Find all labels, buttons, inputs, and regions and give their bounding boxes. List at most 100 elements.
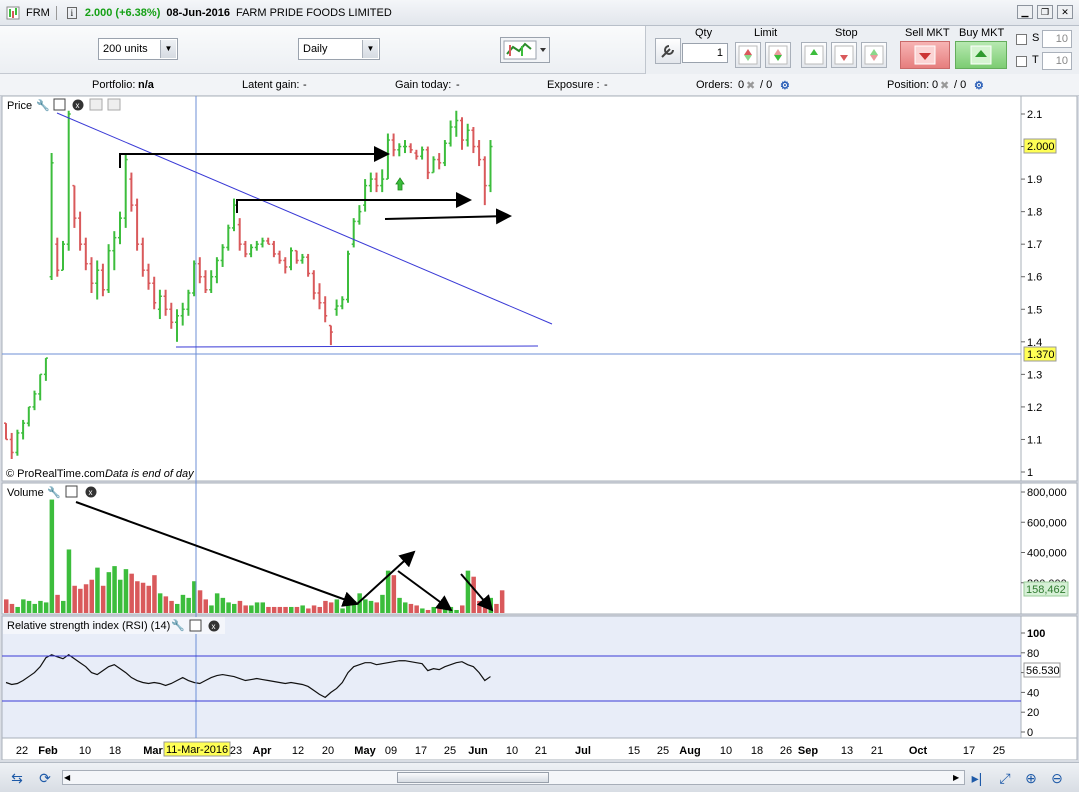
volume-bar xyxy=(112,566,117,613)
units-value: 200 units xyxy=(103,43,148,55)
volume-wrench-icon[interactable]: 🔧 xyxy=(47,485,61,499)
zoom-in-icon[interactable]: ⊕ xyxy=(1022,769,1040,787)
orders-cancel-icon[interactable]: ✖ xyxy=(746,79,755,92)
sell-mkt-label: Sell MKT xyxy=(905,27,950,39)
chart-svg[interactable]: 2.121.91.81.71.61.51.41.31.21.11 800,000… xyxy=(0,95,1079,761)
scroll-thumb[interactable] xyxy=(397,772,549,783)
qty-input[interactable]: 1 xyxy=(682,43,728,63)
s-checkbox[interactable] xyxy=(1016,34,1027,45)
rsi-panel[interactable] xyxy=(1,615,1022,739)
watermark: © ProRealTime.com xyxy=(6,468,105,480)
volume-bar xyxy=(89,579,94,613)
chart-type-button[interactable] xyxy=(500,37,550,63)
price-tick-label: 1.7 xyxy=(1027,239,1042,251)
sync-icon[interactable]: ⟳ xyxy=(36,769,54,787)
stop-buy-button[interactable] xyxy=(801,42,827,68)
data-note: Data is end of day xyxy=(105,468,195,480)
limit-label: Limit xyxy=(754,27,778,39)
x-axis-label: 18 xyxy=(751,745,763,757)
volume-bar xyxy=(289,606,294,613)
chart-area[interactable]: 2.121.91.81.71.61.51.41.31.21.11 800,000… xyxy=(0,95,1079,761)
trading-panel: Qty 1 Limit Stop Sell MKT Buy MKT S 10 T… xyxy=(645,26,1079,74)
fit-icon[interactable]: ⤢ xyxy=(996,769,1014,787)
rsi-tick-label: 100 xyxy=(1027,628,1045,640)
rsi-maximize-icon[interactable] xyxy=(189,619,202,632)
volume-bar xyxy=(494,603,499,613)
portfolio-value: n/a xyxy=(138,79,154,91)
rsi-tick-label: 80 xyxy=(1027,648,1039,660)
rsi-wrench-icon[interactable]: 🔧 xyxy=(171,618,185,632)
chart-scrollbar[interactable]: ◀ ▶ xyxy=(62,770,965,785)
sell-market-button[interactable] xyxy=(900,41,950,69)
period-select[interactable]: Daily ▼ xyxy=(298,38,380,60)
volume-bar xyxy=(83,584,89,613)
volume-bar xyxy=(26,600,32,613)
position-cancel-icon[interactable]: ✖ xyxy=(940,79,949,92)
orders-gear-icon[interactable]: ⚙ xyxy=(780,79,790,92)
t-input[interactable]: 10 xyxy=(1042,52,1072,70)
price-axis[interactable] xyxy=(1020,95,1078,482)
volume-bar xyxy=(163,596,169,613)
volume-bar xyxy=(346,596,351,613)
t-checkbox[interactable] xyxy=(1016,56,1027,67)
stop-sell-button[interactable] xyxy=(861,42,887,68)
volume-bar xyxy=(129,573,134,613)
period-value: Daily xyxy=(303,43,328,55)
zoom-out-icon[interactable]: ⊖ xyxy=(1048,769,1066,787)
limit-sell-button[interactable] xyxy=(765,42,791,68)
price-add-icon[interactable] xyxy=(89,98,103,111)
volume-bar xyxy=(203,599,208,613)
chevron-down-icon[interactable]: ▼ xyxy=(160,40,176,58)
x-axis-label: Jun xyxy=(468,745,488,757)
price-tick-label: 1.3 xyxy=(1027,369,1042,381)
minimize-icon[interactable]: ▁ xyxy=(1017,5,1033,19)
settings-wrench-button[interactable] xyxy=(655,38,681,64)
screenshot-icon[interactable]: ⇆ xyxy=(8,769,26,787)
current-volume-text: 158,462 xyxy=(1026,584,1066,596)
chart-icon xyxy=(6,6,20,19)
restore-icon[interactable]: ❐ xyxy=(1037,5,1053,19)
volume-bar xyxy=(454,609,459,613)
volume-bar xyxy=(254,602,260,613)
volume-bar xyxy=(425,609,431,613)
price-maximize-icon[interactable] xyxy=(53,98,66,111)
volume-bar xyxy=(249,605,254,613)
position-count-b: / 0 xyxy=(954,79,967,91)
s-input[interactable]: 10 xyxy=(1042,30,1072,48)
x-axis-label: Jul xyxy=(575,745,591,757)
rsi-panel-header: Relative strength index (RSI) (14) 🔧 x xyxy=(3,617,225,634)
price-tick-label: 1.8 xyxy=(1027,207,1042,219)
volume-bar xyxy=(55,594,60,613)
volume-bar xyxy=(477,600,482,613)
scroll-end-icon[interactable]: ▸| xyxy=(968,769,986,787)
volume-bar xyxy=(49,499,55,613)
symbol-label[interactable]: FRM xyxy=(26,7,50,19)
svg-text:x: x xyxy=(212,622,216,631)
scroll-right-icon[interactable]: ▶ xyxy=(953,772,963,783)
volume-bar xyxy=(118,579,123,613)
x-axis-label: Feb xyxy=(38,745,58,757)
price-wrench-icon[interactable]: 🔧 xyxy=(36,98,50,112)
chevron-down-icon[interactable]: ▼ xyxy=(362,40,378,58)
volume-bar xyxy=(380,594,385,613)
price-config-icon[interactable] xyxy=(107,98,121,111)
buy-market-button[interactable] xyxy=(955,41,1007,69)
x-axis-label: 25 xyxy=(993,745,1005,757)
scroll-left-icon[interactable]: ◀ xyxy=(64,772,74,783)
chart-style-icon xyxy=(503,40,546,60)
latent-gain-value: - xyxy=(303,79,307,91)
position-gear-icon[interactable]: ⚙ xyxy=(974,79,984,92)
info-icon[interactable]: i xyxy=(66,6,77,19)
limit-buy-button[interactable] xyxy=(735,42,761,68)
stop-mid-icon xyxy=(834,45,854,65)
close-window-icon[interactable]: ✕ xyxy=(1057,5,1073,19)
stop-mid-button[interactable] xyxy=(831,42,857,68)
x-axis-label: Oct xyxy=(909,745,928,757)
price-tick-label: 1.6 xyxy=(1027,272,1042,284)
units-select[interactable]: 200 units ▼ xyxy=(98,38,178,60)
volume-bar xyxy=(294,606,300,613)
volume-bar xyxy=(197,590,203,613)
volume-bar xyxy=(368,600,374,613)
volume-maximize-icon[interactable] xyxy=(65,485,78,498)
x-axis-label: 15 xyxy=(628,745,640,757)
